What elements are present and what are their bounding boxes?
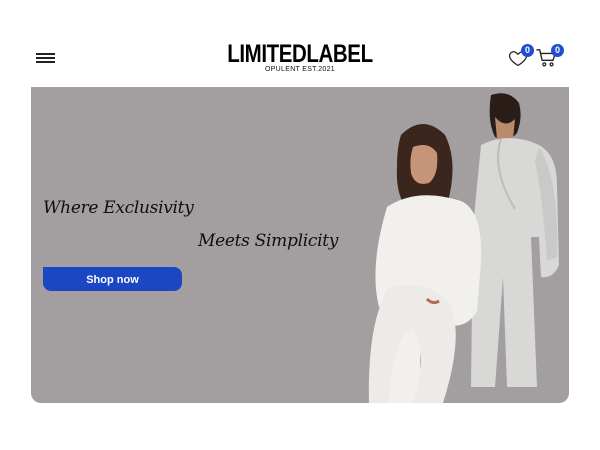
hero-headline-line2: Meets Simplicity — [198, 231, 339, 251]
cart-button[interactable]: 0 — [536, 44, 564, 68]
menu-line — [36, 53, 55, 55]
wishlist-button[interactable]: 0 — [508, 44, 534, 68]
page: LIMITEDLABEL OPULENT EST.2021 0 0 Where … — [0, 0, 600, 450]
hero-banner: Where Exclusivity Meets Simplicity Shop … — [31, 87, 569, 403]
man-figure — [471, 93, 559, 387]
woman-figure — [368, 124, 482, 403]
cart-count-badge: 0 — [551, 44, 564, 57]
shop-now-button[interactable]: Shop now — [43, 267, 182, 291]
brand-name: LIMITEDLABEL — [227, 40, 373, 68]
site-header: LIMITEDLABEL OPULENT EST.2021 0 0 — [0, 30, 600, 86]
brand-logo[interactable]: LIMITEDLABEL OPULENT EST.2021 — [200, 42, 400, 74]
menu-line — [36, 61, 55, 63]
hero-headline-line1: Where Exclusivity — [43, 198, 194, 218]
wishlist-count-badge: 0 — [521, 44, 534, 57]
hero-models-image — [368, 93, 559, 403]
hamburger-menu-icon[interactable] — [36, 50, 56, 64]
menu-line — [36, 57, 55, 59]
